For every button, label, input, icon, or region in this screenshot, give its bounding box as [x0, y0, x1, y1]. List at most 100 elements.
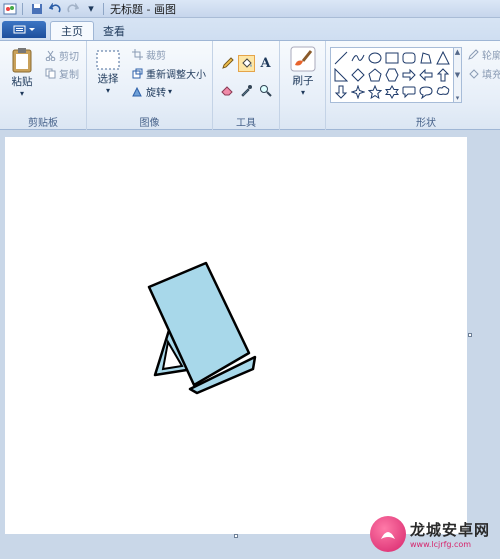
paste-dropdown-icon: ▾: [19, 89, 24, 98]
crop-button[interactable]: 裁剪: [131, 47, 166, 62]
tab-home[interactable]: 主页: [50, 21, 94, 40]
clipboard-group-label: 剪贴板: [28, 118, 58, 129]
shapes-gallery: [330, 47, 454, 103]
right-arrow-shape-icon[interactable]: [401, 67, 417, 83]
watermark-url: www.lcjrfg.com: [410, 540, 472, 549]
crop-label: 裁剪: [146, 51, 166, 62]
text-tool[interactable]: A: [257, 55, 274, 72]
copy-label: 复制: [59, 70, 79, 81]
polygon-shape-icon[interactable]: [418, 50, 434, 66]
outline-button[interactable]: 轮廓: [467, 47, 500, 62]
pencil-tool[interactable]: [219, 55, 236, 72]
select-label: 选择: [97, 73, 119, 85]
color-picker-tool[interactable]: [238, 82, 255, 99]
paste-label: 粘贴: [11, 76, 33, 88]
paste-icon: [12, 48, 32, 73]
outline-label: 轮廓: [482, 51, 500, 62]
cut-label: 剪切: [59, 52, 79, 63]
oval-callout-shape-icon[interactable]: [418, 84, 434, 100]
fill-bucket-icon: [242, 58, 252, 68]
rounded-callout-shape-icon[interactable]: [401, 84, 417, 100]
watermark: 龙城安卓网 www.lcjrfg.com: [370, 516, 490, 552]
undo-icon[interactable]: [47, 1, 63, 17]
brushes-group: 刷子 ▾: [280, 41, 326, 131]
redo-icon[interactable]: [65, 1, 81, 17]
ribbon-tab-row: 主页 查看: [0, 18, 500, 40]
curve-shape-icon[interactable]: [350, 50, 366, 66]
eyedropper-icon: [241, 85, 252, 97]
window-title: 无标题 - 画图: [110, 2, 176, 16]
customize-toolbar-dropdown-icon[interactable]: ▾: [83, 1, 99, 17]
separator: [22, 2, 23, 15]
fill-shape-button[interactable]: 填充: [467, 66, 500, 81]
magnifier-tool[interactable]: [257, 82, 274, 99]
crop-icon: [131, 49, 143, 61]
watermark-title: 龙城安卓网: [410, 521, 491, 539]
five-point-star-shape-icon[interactable]: [367, 84, 383, 100]
select-rect-icon: [96, 50, 120, 70]
triangle-shape-icon[interactable]: [435, 50, 451, 66]
select-button[interactable]: 选择 ▾: [93, 49, 123, 95]
outline-pen-icon: [467, 49, 479, 61]
canvas-resize-handle-right[interactable]: [468, 333, 472, 337]
resize-icon: [131, 68, 143, 80]
left-arrow-shape-icon[interactable]: [418, 67, 434, 83]
rectangle-shape-icon[interactable]: [384, 50, 400, 66]
up-arrow-shape-icon[interactable]: [435, 67, 451, 83]
fill-shape-icon: [467, 68, 479, 80]
drawing-canvas[interactable]: [5, 137, 467, 534]
workspace: [0, 130, 500, 559]
down-arrow-shape-icon[interactable]: [333, 84, 349, 100]
scroll-up-icon[interactable]: ▲: [455, 48, 460, 56]
paint-app-icon[interactable]: [2, 1, 18, 17]
scissors-icon: [44, 50, 56, 62]
magnifier-icon: [260, 85, 272, 97]
fill-shape-label: 填充: [482, 70, 500, 81]
text-a-icon: A: [260, 56, 271, 71]
quick-access-toolbar: ▾ 无标题 - 画图: [0, 0, 176, 18]
tab-view[interactable]: 查看: [93, 21, 135, 40]
save-icon[interactable]: [29, 1, 45, 17]
paste-button[interactable]: 粘贴 ▾: [6, 46, 38, 98]
shapes-group-label: 形状: [416, 118, 436, 129]
select-dropdown-icon: ▾: [105, 86, 110, 95]
rotate-label: 旋转: [146, 88, 166, 99]
brushes-button[interactable]: 刷子 ▾: [286, 45, 320, 97]
eraser-tool[interactable]: [219, 82, 236, 99]
resize-label: 重新调整大小: [146, 70, 206, 81]
title-bar: ▾ 无标题 - 画图: [0, 0, 500, 18]
pentagon-shape-icon[interactable]: [367, 67, 383, 83]
rounded-rectangle-shape-icon[interactable]: [401, 50, 417, 66]
file-menu-button[interactable]: [2, 21, 46, 38]
gallery-expand-icon[interactable]: ▾: [456, 94, 460, 102]
tools-group-label: 工具: [236, 118, 256, 129]
pencil-icon: [222, 57, 234, 69]
copy-icon: [44, 68, 56, 80]
clipboard-group: 粘贴 ▾ 剪切 复制 剪贴板: [0, 41, 87, 131]
ribbon: 粘贴 ▾ 剪切 复制 剪贴板 选择 ▾ 裁剪 重新调整大小 旋转 ▾ 图像 A …: [0, 40, 500, 131]
resize-button[interactable]: 重新调整大小: [131, 66, 206, 81]
eraser-icon: [221, 86, 233, 96]
fill-tool[interactable]: [238, 55, 255, 72]
phone-stand-drawing: [147, 261, 257, 395]
tools-group: A 工具: [213, 41, 280, 131]
cut-button[interactable]: 剪切: [44, 48, 79, 63]
six-point-star-shape-icon[interactable]: [384, 84, 400, 100]
hexagon-shape-icon[interactable]: [384, 67, 400, 83]
separator: [103, 2, 104, 15]
image-group-label: 图像: [139, 118, 160, 129]
canvas-resize-handle-bottom[interactable]: [234, 534, 238, 538]
right-triangle-shape-icon[interactable]: [333, 67, 349, 83]
oval-shape-icon[interactable]: [367, 50, 383, 66]
rotate-button[interactable]: 旋转 ▾: [131, 84, 172, 99]
cloud-callout-shape-icon[interactable]: [435, 84, 451, 100]
diamond-shape-icon[interactable]: [350, 67, 366, 83]
rotate-dropdown-icon: ▾: [168, 87, 173, 96]
copy-button[interactable]: 复制: [44, 66, 79, 81]
brushes-dropdown-icon: ▾: [300, 88, 305, 97]
line-shape-icon[interactable]: [333, 50, 349, 66]
four-point-star-shape-icon[interactable]: [350, 84, 366, 100]
watermark-logo-icon: [370, 516, 406, 552]
scroll-down-icon[interactable]: ▼: [455, 71, 460, 79]
shapes-gallery-scrollbar[interactable]: ▲ ▼ ▾: [453, 47, 462, 103]
